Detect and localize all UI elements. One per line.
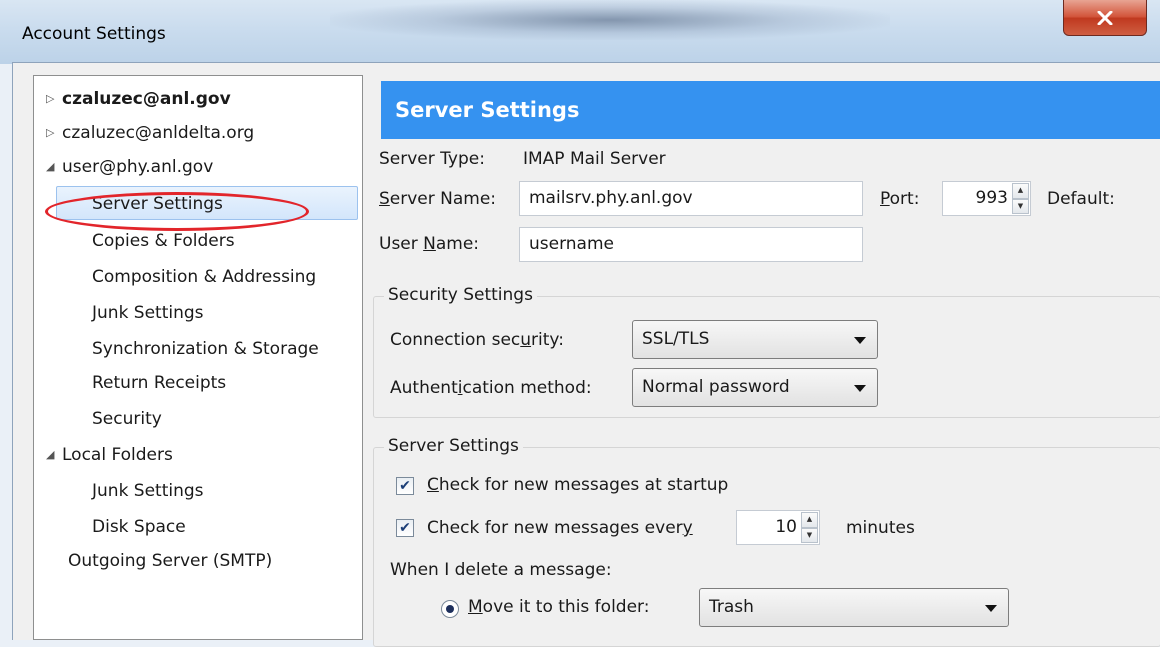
dropdown-arrow-icon [854,337,866,344]
dropdown-arrow-icon [854,385,866,392]
tree-item-return-receipts[interactable]: Return Receipts [92,366,226,400]
panel-header: Server Settings [381,81,1160,139]
tree-item-security[interactable]: Security [92,402,162,436]
check-interval-spinner[interactable]: 10 ▲ ▼ [736,510,820,545]
tree-item-composition[interactable]: Composition & Addressing [92,260,316,294]
spin-down-icon[interactable]: ▼ [1012,198,1029,214]
tree-outgoing-server[interactable]: Outgoing Server (SMTP) [68,544,272,578]
account-tree[interactable]: ▷ czaluzec@anl.gov ▷ czaluzec@anldelta.org… [33,75,363,640]
check-startup-checkbox[interactable]: ✔ [396,477,414,495]
tree-item-junk-settings[interactable]: Junk Settings [92,296,204,330]
dropdown-arrow-icon [985,605,997,612]
connection-security-dropdown[interactable]: SSL/TLS [632,320,878,359]
tree-item-disk-space[interactable]: Disk Space [92,510,186,544]
server-name-label: Server Name: [379,189,497,209]
connection-security-value: SSL/TLS [642,329,710,349]
server-name-input[interactable]: mailsrv.phy.anl.gov [519,181,863,216]
spin-up-icon[interactable]: ▲ [801,512,818,528]
server-type-label: Server Type: [379,149,485,169]
trash-folder-dropdown[interactable]: Trash [699,588,1009,627]
tree-item-server-settings[interactable]: Server Settings [56,186,358,220]
move-to-folder-label: Move it to this folder: [468,597,650,617]
collapse-arrow-icon[interactable]: ◢ [46,150,62,184]
security-settings-title: Security Settings [384,285,537,305]
expand-arrow-icon[interactable]: ▷ [46,116,62,150]
port-spinner[interactable]: 993 ▲ ▼ [942,181,1031,216]
tree-local-folders[interactable]: ◢ Local Folders [46,438,173,472]
title-bar-glow [330,0,890,40]
close-icon [1097,10,1113,25]
default-label: Default: [1047,189,1115,209]
port-value: 993 [975,188,1008,208]
tree-item-copies-folders[interactable]: Copies & Folders [92,224,235,258]
spin-up-icon[interactable]: ▲ [1012,183,1029,199]
tree-account-czaluzec-anldelta[interactable]: ▷ czaluzec@anldelta.org [46,116,254,150]
tree-item-local-junk-settings[interactable]: Junk Settings [92,474,204,508]
server-type-value: IMAP Mail Server [523,149,666,169]
user-name-label: User Name: [379,234,480,254]
tree-account-czaluzec-anl[interactable]: ▷ czaluzec@anl.gov [46,82,231,116]
authentication-method-dropdown[interactable]: Normal password [632,368,878,407]
title-bar: Account Settings [0,0,1160,64]
minutes-label: minutes [846,518,915,538]
collapse-arrow-icon[interactable]: ◢ [46,438,62,472]
user-name-input[interactable]: username [519,227,863,262]
check-startup-label: Check for new messages at startup [427,475,729,495]
tree-item-synchronization[interactable]: Synchronization & Storage [92,332,319,366]
expand-arrow-icon[interactable]: ▷ [46,82,62,116]
window-title: Account Settings [22,24,166,44]
spin-down-icon[interactable]: ▼ [801,527,818,543]
check-every-label: Check for new messages every [427,518,693,538]
port-label: Port: [880,189,920,209]
trash-folder-value: Trash [709,597,754,617]
check-interval-value: 10 [775,517,797,537]
check-every-checkbox[interactable]: ✔ [396,519,414,537]
server-settings-group-title: Server Settings [384,436,523,456]
close-button[interactable] [1063,0,1147,36]
tree-account-user-phy[interactable]: ◢ user@phy.anl.gov [46,150,213,184]
delete-message-label: When I delete a message: [390,560,612,580]
connection-security-label: Connection security: [390,330,564,350]
move-to-folder-radio[interactable] [441,600,459,618]
authentication-method-label: Authentication method: [390,378,592,398]
authentication-method-value: Normal password [642,377,790,397]
